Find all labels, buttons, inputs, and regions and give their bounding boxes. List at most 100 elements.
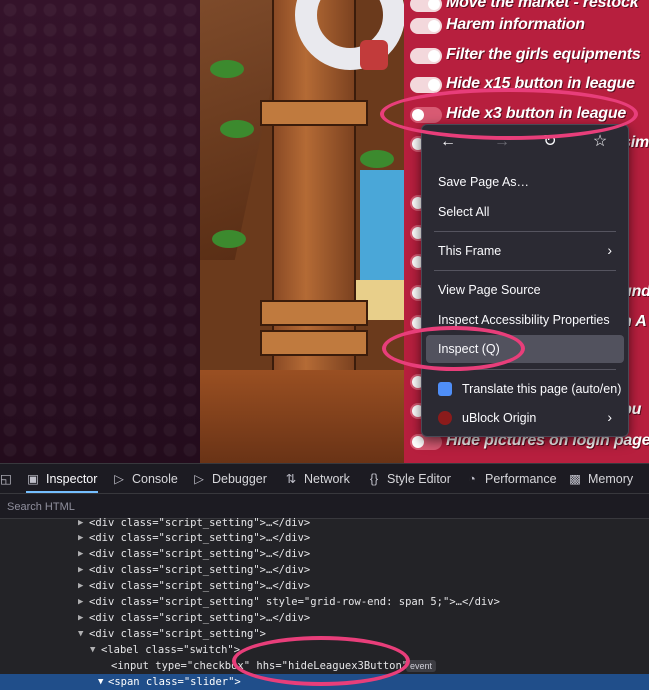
- menu-this-frame[interactable]: This Frame ›: [426, 237, 624, 265]
- markup-line[interactable]: ▶ <div class="script_setting">…</div>: [0, 578, 649, 594]
- menu-select-all[interactable]: Select All: [426, 198, 624, 226]
- context-menu: ← → ↻ ☆ Save Page As… Select All This Fr…: [421, 124, 629, 437]
- menu-save-page-as[interactable]: Save Page As…: [426, 168, 624, 196]
- markup-line[interactable]: ▶ <div class="script_setting">…</div>: [0, 546, 649, 562]
- markup-line[interactable]: ▶ <div class="script_setting">…</div>: [0, 515, 649, 531]
- menu-view-page-source[interactable]: View Page Source: [426, 276, 624, 304]
- tab-console[interactable]: ▷ Console: [112, 464, 178, 493]
- toggle-switch[interactable]: [410, 18, 442, 34]
- markup-code: <label class="switch">: [101, 644, 241, 656]
- expand-triangle-icon[interactable]: ▶: [78, 610, 88, 626]
- setting-label: Filter the girls equipments: [446, 46, 641, 63]
- menu-label: Select All: [438, 205, 490, 219]
- palm-leaf: [360, 150, 394, 168]
- markup-line[interactable]: ▶ <div class="script_setting">…</div>: [0, 530, 649, 546]
- event-badge[interactable]: event: [406, 660, 437, 672]
- palm-leaf: [220, 120, 254, 138]
- translate-icon: [438, 382, 452, 396]
- game-scene-image: [200, 0, 410, 463]
- markup-code: <div class="script_setting">…</div>: [89, 548, 311, 560]
- reload-icon[interactable]: ↻: [538, 131, 562, 153]
- tab-label: Console: [132, 472, 178, 486]
- markup-code: <div class="script_setting">…</div>: [89, 564, 311, 576]
- menu-label: This Frame: [438, 244, 502, 258]
- markup-tree: ▶ <div class="script_setting">…</div> ▶ <d…: [0, 517, 649, 690]
- performance-icon: ◔: [468, 472, 476, 486]
- devtools-toolbar: ◱ ▣ Inspector ▷ Console ▷ Debugger ⇅ Network…: [0, 464, 649, 494]
- pillar-band: [260, 330, 368, 356]
- menu-inspect-accessibility[interactable]: Inspect Accessibility Properties: [426, 306, 624, 334]
- markup-code: <div class="script_setting">…</div>: [89, 612, 311, 624]
- ublock-shield-icon: [438, 411, 452, 425]
- tab-label: Performance: [485, 472, 557, 486]
- expand-triangle-icon[interactable]: ▶: [78, 515, 88, 531]
- tab-inspector[interactable]: ▣ Inspector: [26, 464, 98, 493]
- markup-code: <input type="checkbox" hhs="hideLeaguex3…: [111, 660, 415, 672]
- toggle-switch[interactable]: [410, 107, 442, 123]
- markup-line[interactable]: ▶ <div class="script_setting" style="grid…: [0, 594, 649, 610]
- pillar-band: [260, 100, 368, 126]
- expand-triangle-icon[interactable]: ▶: [78, 562, 88, 578]
- tab-network[interactable]: ⇅ Network: [284, 464, 350, 493]
- expand-triangle-icon[interactable]: ▶: [78, 546, 88, 562]
- patterned-background: [0, 0, 200, 463]
- menu-label: Inspect (Q): [438, 342, 500, 356]
- network-icon: ⇅: [285, 472, 297, 486]
- menu-label: Save Page As…: [438, 175, 530, 189]
- back-icon[interactable]: ←: [436, 131, 460, 153]
- collapse-triangle-icon[interactable]: ▼: [90, 642, 100, 658]
- markup-line[interactable]: ▼ <div class="script_setting">: [0, 626, 649, 642]
- palm-leaf: [210, 60, 244, 78]
- life-ring-stripe: [360, 40, 388, 70]
- collapse-triangle-icon[interactable]: ▼: [78, 626, 88, 642]
- toggle-switch[interactable]: [410, 77, 442, 93]
- tab-label: Debugger: [212, 472, 267, 486]
- markup-code: <div class="script_setting" style="grid-…: [89, 596, 500, 608]
- menu-label: uBlock Origin: [462, 411, 537, 425]
- tab-style-editor[interactable]: {} Style Editor: [367, 464, 451, 493]
- menu-inspect[interactable]: Inspect (Q): [426, 335, 624, 363]
- setting-label: Hide x15 button in league: [446, 75, 635, 92]
- markup-line-selected[interactable]: ▼ <span class="slider">: [0, 674, 649, 690]
- tab-performance[interactable]: ◔ Performance: [465, 464, 557, 493]
- markup-code: <div class="script_setting">…</div>: [89, 580, 311, 592]
- bookmark-star-icon[interactable]: ☆: [588, 131, 612, 153]
- menu-separator: [434, 231, 616, 232]
- forward-icon: →: [494, 133, 510, 150]
- setting-label: Harem information: [446, 16, 585, 33]
- tab-label: Memory: [588, 472, 634, 486]
- debugger-icon: ▷: [194, 472, 204, 486]
- pillar-band: [260, 300, 368, 326]
- expand-triangle-icon[interactable]: ▶: [78, 578, 88, 594]
- menu-label: Inspect Accessibility Properties: [438, 313, 610, 327]
- tab-label: Network: [304, 472, 350, 486]
- tab-label: Style Editor: [387, 472, 451, 486]
- chevron-right-icon: ›: [607, 242, 612, 258]
- markup-line[interactable]: ▼ <label class="switch">: [0, 642, 649, 658]
- tab-label: Inspector: [46, 472, 98, 486]
- palm-leaf: [212, 230, 246, 248]
- tab-memory[interactable]: ▩ Memory: [568, 464, 633, 493]
- memory-icon: ▩: [569, 472, 581, 486]
- style-editor-icon: {}: [369, 472, 379, 486]
- toggle-switch[interactable]: [410, 0, 442, 12]
- toggle-switch[interactable]: [410, 48, 442, 64]
- chevron-right-icon: ›: [607, 409, 612, 425]
- inspector-icon: ▣: [27, 472, 39, 486]
- menu-ublock-origin[interactable]: uBlock Origin ›: [426, 404, 624, 432]
- context-nav-row: ← → ↻ ☆: [422, 131, 628, 153]
- menu-separator: [434, 369, 616, 370]
- markup-line[interactable]: ▶ <div class="script_setting">…</div>: [0, 610, 649, 626]
- pick-element-icon[interactable]: ◱: [0, 464, 12, 493]
- menu-label: View Page Source: [438, 283, 541, 297]
- markup-line[interactable]: <input type="checkbox" hhs="hideLeaguex3…: [0, 658, 649, 674]
- search-html-input[interactable]: [5, 498, 309, 516]
- expand-triangle-icon[interactable]: ▶: [78, 530, 88, 546]
- tab-debugger[interactable]: ▷ Debugger: [192, 464, 267, 493]
- expand-triangle-icon[interactable]: ▶: [78, 594, 88, 610]
- menu-translate[interactable]: Translate this page (auto/en): [426, 375, 624, 403]
- menu-label: Translate this page (auto/en): [462, 382, 622, 396]
- markup-code: <div class="script_setting">…</div>: [89, 532, 311, 544]
- markup-line[interactable]: ▶ <div class="script_setting">…</div>: [0, 562, 649, 578]
- collapse-triangle-icon[interactable]: ▼: [98, 674, 108, 690]
